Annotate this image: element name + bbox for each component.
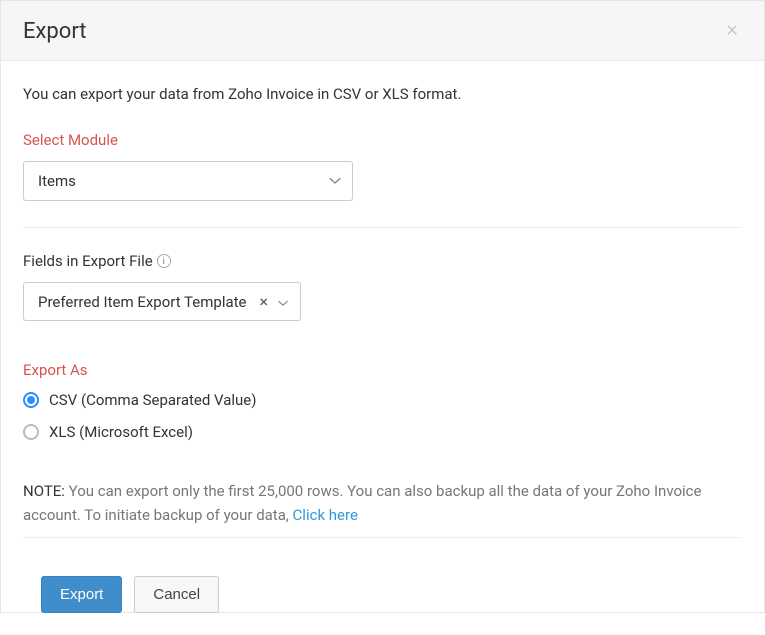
- note-label: NOTE:: [23, 482, 65, 500]
- divider: [23, 537, 742, 538]
- modal-header: Export ×: [1, 1, 764, 61]
- radio-xls[interactable]: XLS (Microsoft Excel): [23, 423, 742, 441]
- select-module-dropdown[interactable]: Items: [23, 161, 353, 201]
- chevron-down-icon: [278, 293, 288, 311]
- backup-link[interactable]: Click here: [293, 506, 358, 524]
- clear-icon[interactable]: ×: [257, 292, 270, 311]
- fields-label-text: Fields in Export File: [23, 252, 153, 270]
- close-icon[interactable]: ×: [722, 19, 742, 41]
- radio-xls-label: XLS (Microsoft Excel): [49, 423, 193, 441]
- note-text: NOTE: You can export only the first 25,0…: [23, 479, 742, 527]
- export-as-radio-group: CSV (Comma Separated Value) XLS (Microso…: [23, 391, 742, 441]
- info-icon[interactable]: i: [157, 254, 171, 268]
- template-dropdown[interactable]: Preferred Item Export Template ×: [23, 282, 301, 321]
- chevron-down-icon: [329, 177, 341, 185]
- radio-csv[interactable]: CSV (Comma Separated Value): [23, 391, 742, 409]
- intro-text: You can export your data from Zoho Invoi…: [23, 85, 742, 103]
- export-as-label: Export As: [23, 361, 742, 379]
- cancel-button[interactable]: Cancel: [134, 576, 219, 613]
- radio-button-icon: [23, 392, 39, 408]
- fields-export-label: Fields in Export File i: [23, 252, 742, 270]
- radio-csv-label: CSV (Comma Separated Value): [49, 391, 256, 409]
- modal-title: Export: [23, 19, 87, 44]
- template-value: Preferred Item Export Template: [38, 293, 249, 311]
- radio-button-icon: [23, 424, 39, 440]
- export-button[interactable]: Export: [41, 576, 122, 613]
- note-body: You can export only the first 25,000 row…: [23, 482, 701, 524]
- modal-body: You can export your data from Zoho Invoi…: [1, 61, 764, 576]
- modal-footer: Export Cancel: [1, 576, 764, 635]
- select-module-value: Items: [38, 172, 76, 190]
- select-module-label: Select Module: [23, 131, 742, 149]
- divider: [23, 227, 742, 228]
